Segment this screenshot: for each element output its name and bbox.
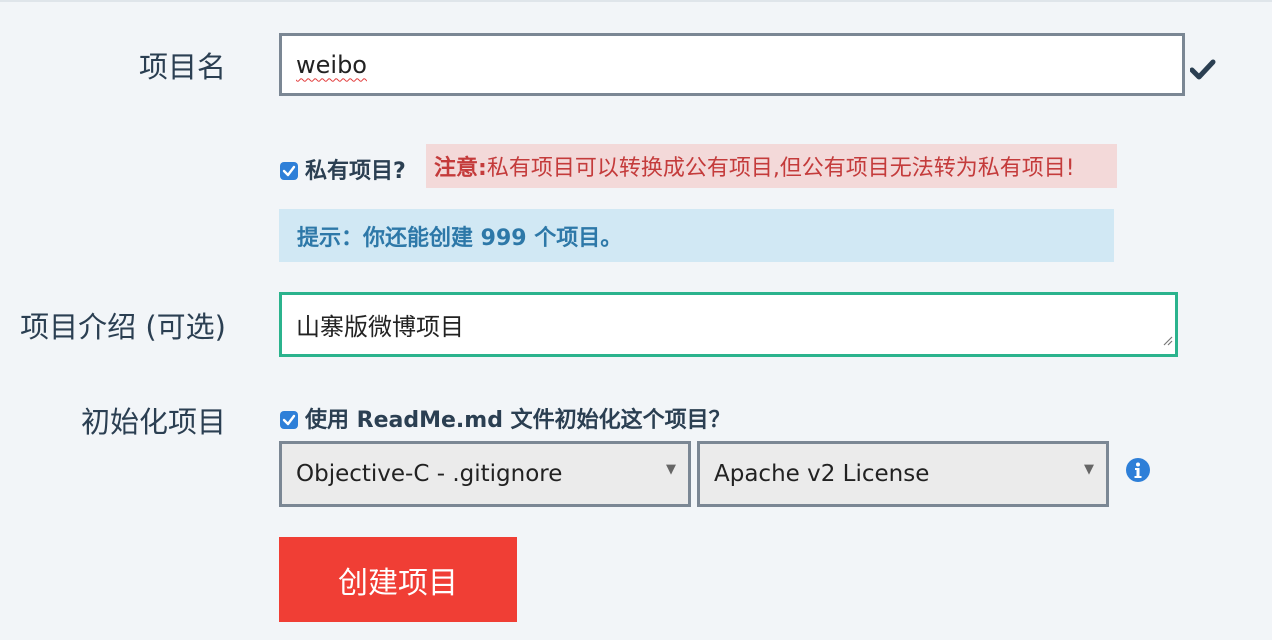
license-selected: Apache v2 License bbox=[714, 461, 930, 487]
description-value: 山寨版微博项目 bbox=[296, 313, 464, 341]
init-readme-checkbox[interactable] bbox=[280, 411, 298, 429]
gitignore-selected: Objective-C - .gitignore bbox=[296, 461, 563, 487]
checkbox-check-icon bbox=[282, 414, 296, 426]
create-project-button[interactable]: 创建项目 bbox=[279, 537, 517, 622]
warning-text: 私有项目可以转换成公有项目,但公有项目无法转为私有项目! bbox=[486, 156, 1075, 181]
dropdown-caret-icon: ▼ bbox=[666, 462, 676, 477]
description-textarea[interactable]: 山寨版微博项目 bbox=[279, 292, 1178, 357]
private-checkbox[interactable] bbox=[280, 162, 298, 180]
dropdown-caret-icon: ▼ bbox=[1084, 462, 1094, 477]
tip-box: 提示：你还能创建 999 个项目。 bbox=[279, 209, 1114, 262]
project-name-input[interactable]: weibo bbox=[279, 33, 1185, 96]
resize-grip-icon[interactable] bbox=[1161, 324, 1173, 352]
tip-text: 提示：你还能创建 999 个项目。 bbox=[297, 225, 623, 251]
checkbox-check-icon bbox=[282, 165, 296, 177]
info-icon[interactable] bbox=[1125, 457, 1151, 487]
top-divider bbox=[0, 0, 1272, 2]
private-label: 私有项目? bbox=[305, 159, 406, 184]
project-name-value: weibo bbox=[296, 50, 367, 79]
project-name-label: 项目名 bbox=[138, 50, 226, 84]
license-select[interactable]: Apache v2 License ▼ bbox=[697, 441, 1109, 507]
warning-prefix: 注意: bbox=[434, 156, 487, 181]
gitignore-select[interactable]: Objective-C - .gitignore ▼ bbox=[279, 441, 691, 507]
init-readme-label: 使用 ReadMe.md 文件初始化这个项目？ bbox=[305, 408, 731, 433]
private-warning: 注意: 私有项目可以转换成公有项目,但公有项目无法转为私有项目! bbox=[426, 144, 1117, 188]
description-label: 项目介绍 (可选) bbox=[20, 310, 226, 344]
init-label: 初始化项目 bbox=[80, 405, 226, 439]
valid-checkmark-icon bbox=[1189, 58, 1216, 84]
